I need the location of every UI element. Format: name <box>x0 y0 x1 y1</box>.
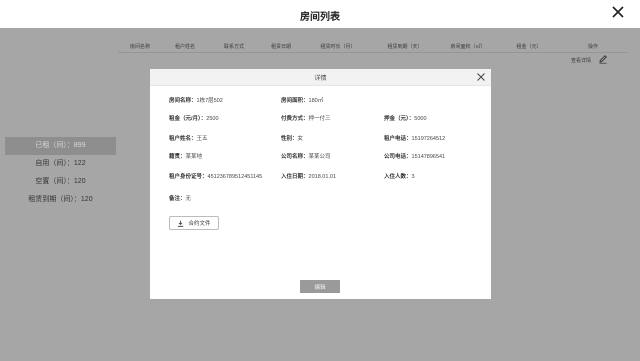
column-header: 操作 <box>587 43 598 50</box>
close-icon[interactable] <box>476 72 486 82</box>
field-label: 性别： <box>281 136 298 142</box>
edit-pencil-icon[interactable] <box>598 54 608 64</box>
field-value: 15197264512 <box>411 136 446 142</box>
field-occupants: 入住人数：3 <box>384 172 415 180</box>
field-origin: 籍贯：某某地 <box>169 152 202 160</box>
column-header: 房间面积（㎡） <box>450 43 486 50</box>
table-header: 房间名称 租户姓名 联系方式 租赁日期 租赁时长（月） 租赁到期（天） 房间面积… <box>118 40 628 53</box>
download-icon <box>178 220 184 227</box>
field-company-name: 公司名称：某某公司 <box>281 152 331 160</box>
field-label: 公司电话： <box>384 154 412 160</box>
field-label: 公司名称： <box>281 154 309 160</box>
column-header: 租金（元） <box>516 43 542 50</box>
field-note: 备注：无 <box>169 194 191 202</box>
page-title: 房间列表 <box>300 12 340 23</box>
field-checkin-date: 入住日期：2018.01.01 <box>281 172 336 180</box>
stat-rented[interactable]: 已租（间）：899 <box>5 137 116 155</box>
stat-self-use[interactable]: 自用（间）：122 <box>5 155 116 173</box>
field-label: 押金（元）： <box>384 116 415 122</box>
field-value: 女 <box>297 136 304 142</box>
field-label: 租户电话： <box>384 136 412 142</box>
field-label: 房间面积： <box>281 98 309 104</box>
edit-button[interactable]: 编辑 <box>300 280 340 293</box>
column-header: 联系方式 <box>223 43 244 50</box>
column-header: 租户姓名 <box>174 43 195 50</box>
column-header: 房间名称 <box>129 43 150 50</box>
field-label: 备注： <box>169 196 186 202</box>
field-value: 180㎡ <box>308 98 324 104</box>
field-value: 451236789512451145 <box>207 174 263 180</box>
field-label: 入住日期： <box>281 174 309 180</box>
field-value: 王五 <box>196 136 208 142</box>
room-stats-panel: 已租（间）：899 自用（间）：122 空置（间）：120 租赁到期（间）：12… <box>5 137 116 209</box>
field-value: 2500 <box>206 116 219 122</box>
field-label: 租户姓名： <box>169 136 197 142</box>
field-label: 租户身份证号： <box>169 174 208 180</box>
field-label: 房间名称： <box>169 98 197 104</box>
field-value: 3 <box>411 174 415 180</box>
field-label: 入住人数： <box>384 174 412 180</box>
field-rent: 租金（元/月）：2500 <box>169 114 219 122</box>
field-room-name: 房间名称：1栋7层502 <box>169 96 223 104</box>
modal-title: 详情 <box>314 76 327 82</box>
stat-vacant[interactable]: 空置（间）：120 <box>5 173 116 191</box>
details-modal: 详情 房间名称：1栋7层502 房间面积：180㎡ 租金（元/月）：2500 付… <box>150 69 491 299</box>
field-value: 2018.01.01 <box>308 174 337 180</box>
column-header: 租赁日期 <box>270 43 291 50</box>
stat-expiring[interactable]: 租赁到期（间）：120 <box>5 191 116 209</box>
contract-file-button[interactable]: 合约文件 <box>169 216 219 230</box>
close-icon[interactable] <box>610 4 626 20</box>
field-value: 某某地 <box>185 154 203 160</box>
field-value: 5000 <box>414 116 427 122</box>
field-value: 押一付三 <box>308 116 331 122</box>
field-value: 无 <box>185 196 192 202</box>
modal-header: 详情 <box>150 69 491 86</box>
column-header: 租赁时长（月） <box>320 43 356 50</box>
title-bar: 房间列表 <box>0 0 640 28</box>
column-header: 租赁到期（天） <box>387 43 423 50</box>
field-label: 籍贯： <box>169 154 186 160</box>
field-payment-method: 付费方式：押一付三 <box>281 114 331 122</box>
contract-file-label: 合约文件 <box>188 221 211 227</box>
field-label: 付费方式： <box>281 116 309 122</box>
field-tenant-name: 租户姓名：王五 <box>169 134 208 142</box>
field-company-phone: 公司电话：15147896541 <box>384 152 445 160</box>
field-room-area: 房间面积：180㎡ <box>281 96 323 104</box>
field-id-number: 租户身份证号：451236789512451145 <box>169 172 262 180</box>
field-gender: 性别：女 <box>281 134 303 142</box>
field-value: 1栋7层502 <box>196 98 223 104</box>
field-label: 租金（元/月）： <box>169 116 207 122</box>
field-deposit: 押金（元）：5000 <box>384 114 427 122</box>
field-value: 15147896541 <box>411 154 446 160</box>
field-value: 某某公司 <box>308 154 331 160</box>
view-details-link[interactable]: 查看详情 <box>571 57 591 64</box>
field-tenant-phone: 租户电话：15197264512 <box>384 134 445 142</box>
